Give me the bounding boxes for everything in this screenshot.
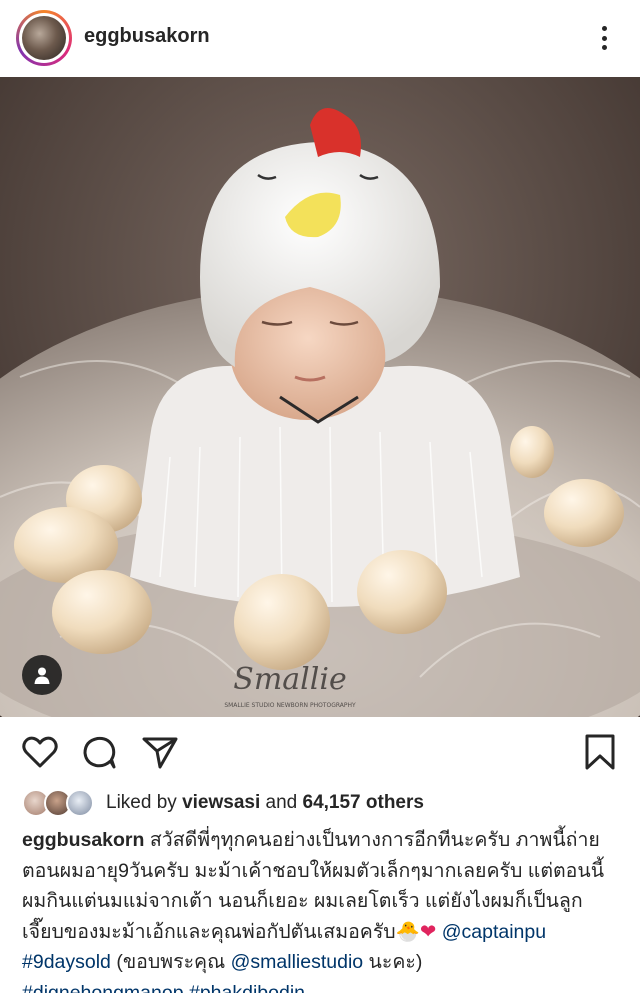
- caption-text: สวัสดีพี่ๆทุกคนอย่างเป็นทางการอีกทีนะครั…: [149, 829, 600, 851]
- post-photo-illustration: Smallie SMALLIE STUDIO NEWBORN PHOTOGRAP…: [0, 77, 640, 717]
- post-photo[interactable]: Smallie SMALLIE STUDIO NEWBORN PHOTOGRAP…: [0, 77, 640, 717]
- mention-captainpu[interactable]: @captainpu: [442, 921, 546, 943]
- post-header: eggbusakorn: [0, 0, 640, 76]
- likes-row[interactable]: Liked by viewsasi and 64,157 others: [22, 788, 424, 818]
- caption-line: ผมกินแต่นมแม่จากเต้า นอนก็เยอะ ผมเลยโตเร…: [22, 890, 583, 912]
- caption-line: เจี๊ยบของมะม้าเอ้กและคุณพ่อกัปตันเสมอครั…: [22, 917, 622, 948]
- hashtag-phakdibodin[interactable]: #phakdibodin: [189, 982, 305, 993]
- likes-text: Liked by viewsasi and 64,157 others: [106, 792, 424, 814]
- watermark-subtitle: SMALLIE STUDIO NEWBORN PHOTOGRAPHY: [224, 702, 356, 709]
- liker-avatars: [22, 788, 96, 818]
- caption-text: (ขอบพระคุณ: [116, 951, 226, 973]
- avatar-frame: [19, 13, 69, 63]
- caption-text: นะคะ): [368, 951, 423, 973]
- action-bar: [0, 728, 640, 774]
- caption-line: ตอนผมอายุ9วันครับ มะม้าเค้าชอบให้ผมตัวเล…: [22, 859, 605, 882]
- red-heart-icon: ❤: [419, 920, 437, 943]
- likes-prefix: Liked by: [106, 792, 177, 813]
- tagged-users-icon[interactable]: [22, 655, 62, 695]
- mention-smalliestudio[interactable]: @smalliestudio: [231, 951, 364, 973]
- caption: eggbusakorn สวัสดีพี่ๆทุกคนอย่างเป็นทางก…: [22, 825, 622, 993]
- more-options-icon[interactable]: [596, 24, 612, 52]
- hashtag-9daysold[interactable]: #9daysold: [22, 951, 111, 973]
- likes-and: and: [265, 792, 298, 813]
- save-bookmark-icon[interactable]: [580, 732, 620, 772]
- chick-emoji-icon: 🐣: [395, 920, 420, 943]
- like-heart-icon[interactable]: [20, 732, 60, 772]
- hashtag-dignehongmanop[interactable]: #dignehongmanop: [22, 982, 184, 993]
- watermark-script: Smallie: [233, 662, 346, 697]
- caption-line: #9daysold (ขอบพระคุณ @smalliestudio นะคะ…: [22, 947, 622, 978]
- post-username[interactable]: eggbusakorn: [84, 25, 210, 48]
- caption-author[interactable]: eggbusakorn: [22, 829, 144, 851]
- liker-avatar: [66, 789, 94, 817]
- share-paper-plane-icon[interactable]: [140, 732, 180, 772]
- likes-count-link[interactable]: 64,157 others: [303, 792, 424, 813]
- avatar[interactable]: [16, 10, 72, 66]
- caption-line: #dignehongmanop #phakdibodin: [22, 978, 622, 993]
- caption-text: เจี๊ยบของมะม้าเอ้กและคุณพ่อกัปตันเสมอครั…: [22, 920, 396, 943]
- caption-line: eggbusakorn สวัสดีพี่ๆทุกคนอย่างเป็นทางก…: [22, 825, 622, 856]
- comment-icon[interactable]: [80, 732, 120, 772]
- avatar-image: [22, 16, 66, 60]
- likes-user-link[interactable]: viewsasi: [182, 792, 260, 813]
